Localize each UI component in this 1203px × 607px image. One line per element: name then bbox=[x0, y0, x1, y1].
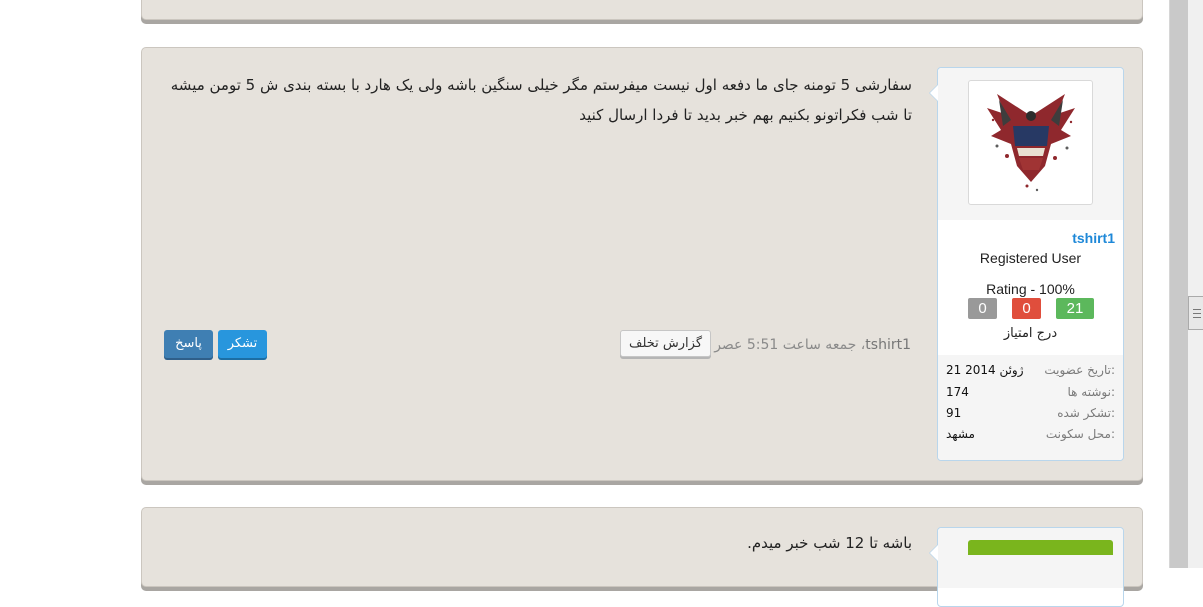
user-card: tshirt1 Registered User Rating - 100% 0 … bbox=[929, 67, 1124, 461]
next-post-panel: باشه تا 12 شب خبر میدم. bbox=[141, 507, 1143, 607]
stat-posts: نوشته ها: 174 bbox=[938, 385, 1123, 406]
post-meta: tshirt1، جمعه ساعت 5:51 عصر bbox=[714, 337, 911, 353]
avatar[interactable] bbox=[968, 540, 1113, 555]
stat-label: تاریخ عضویت: bbox=[1044, 363, 1115, 377]
positive-rating-badge: 21 bbox=[1056, 298, 1094, 319]
card-pointer bbox=[929, 544, 938, 562]
stat-value: مشهد bbox=[946, 427, 975, 441]
rate-user-link[interactable]: درج امتیاز bbox=[938, 326, 1123, 341]
report-button[interactable]: گزارش تخلف bbox=[620, 330, 711, 357]
card-pointer bbox=[929, 84, 938, 102]
rating-badges: 0 0 21 bbox=[938, 298, 1123, 319]
stat-value: 91 bbox=[946, 406, 962, 420]
eagle-flag-icon bbox=[987, 94, 1075, 192]
post-author-link[interactable]: tshirt1 bbox=[865, 337, 911, 353]
message-line: سفارشی 5 تومنه جای ما دفعه اول نیست میفر… bbox=[170, 76, 912, 94]
message-line: تا شب فکراتونو بکنیم بهم خبر بدید تا فرد… bbox=[579, 106, 912, 124]
post-message: سفارشی 5 تومنه جای ما دفعه اول نیست میفر… bbox=[162, 70, 912, 130]
user-stats: تاریخ عضویت: 21 ژوئن 2014 نوشته ها: 174 … bbox=[938, 355, 1123, 460]
username-link[interactable]: tshirt1 bbox=[1072, 230, 1115, 246]
post-date: ، جمعه ساعت 5:51 عصر bbox=[714, 337, 866, 353]
stat-label: تشکر شده: bbox=[1057, 406, 1115, 420]
avatar-area bbox=[938, 68, 1123, 220]
scrollbar-thumb[interactable] bbox=[1188, 296, 1203, 330]
thanks-button[interactable]: تشکر bbox=[218, 330, 267, 358]
post-message: باشه تا 12 شب خبر میدم. bbox=[162, 528, 912, 558]
neutral-rating-badge: 0 bbox=[968, 298, 997, 319]
stat-thanked: تشکر شده: 91 bbox=[938, 406, 1123, 427]
reply-button[interactable]: پاسخ bbox=[164, 330, 213, 358]
post-panel: سفارشی 5 تومنه جای ما دفعه اول نیست میفر… bbox=[141, 47, 1143, 481]
user-title: Registered User bbox=[979, 250, 1082, 266]
user-card bbox=[929, 527, 1124, 607]
stat-label: نوشته ها: bbox=[1067, 385, 1116, 399]
stat-location: محل سکونت: مشهد bbox=[938, 427, 1123, 448]
negative-rating-badge: 0 bbox=[1012, 298, 1041, 319]
avatar[interactable] bbox=[968, 80, 1093, 205]
stat-value: 174 bbox=[946, 385, 969, 399]
message-line: باشه تا 12 شب خبر میدم. bbox=[747, 534, 912, 552]
scrollbar-track bbox=[1170, 0, 1188, 568]
page-scrollbar[interactable] bbox=[1169, 0, 1203, 568]
previous-post-panel bbox=[141, 0, 1143, 20]
user-rating: Rating - 100% bbox=[986, 281, 1075, 297]
avatar-area bbox=[938, 528, 1123, 588]
stat-label: محل سکونت: bbox=[1045, 427, 1115, 441]
stat-value: 21 ژوئن 2014 bbox=[946, 363, 1024, 377]
stat-join-date: تاریخ عضویت: 21 ژوئن 2014 bbox=[938, 363, 1123, 384]
